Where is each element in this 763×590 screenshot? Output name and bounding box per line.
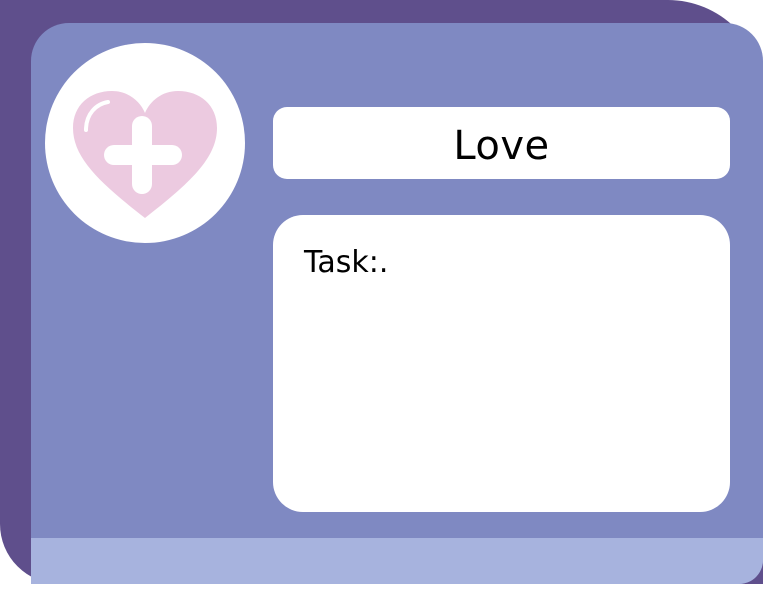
heart-plus-icon [73, 91, 217, 218]
task-label: Task:. [304, 245, 389, 280]
title-box: Love [273, 107, 730, 179]
card-footer [31, 538, 763, 584]
icon-badge [45, 43, 245, 243]
card-title: Love [453, 123, 550, 169]
plus-horizontal-bar [104, 145, 182, 165]
task-box: Task:. [273, 215, 730, 512]
card-stage: Love Task:. [0, 0, 763, 590]
